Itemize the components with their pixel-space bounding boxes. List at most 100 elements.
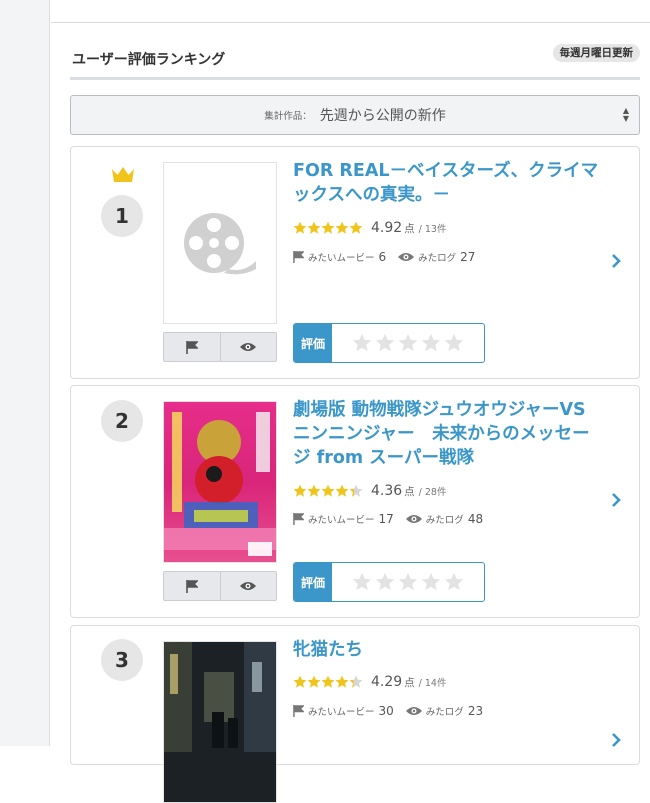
star-icon <box>321 221 335 234</box>
rank-badge: 1 <box>101 195 143 237</box>
stats-row: みたいムービー 30 みたログ 23 <box>293 704 495 718</box>
star-icon <box>293 221 307 234</box>
rate-star-icon[interactable] <box>352 333 372 353</box>
select-value: 先週から公開の新作 <box>319 108 446 124</box>
poster-placeholder[interactable] <box>163 162 277 324</box>
poster-image <box>164 642 276 802</box>
rating-count: / 13件 <box>418 224 447 235</box>
seen-count: 27 <box>460 250 476 264</box>
poster-image <box>164 402 276 562</box>
rank-badge: 2 <box>101 400 143 442</box>
eye-icon <box>405 515 422 523</box>
rate-star-icon[interactable] <box>398 333 418 353</box>
want-label: みたいムービー <box>308 707 375 718</box>
rating-score: 4.92 <box>371 220 403 236</box>
stats-row: みたいムービー 17 みたログ 48 <box>293 512 495 526</box>
update-badge: 毎週月曜日更新 <box>552 44 640 62</box>
ranking-card-2: 2 劇場版 動物戦隊ジュウオウジャーVSニンニンジャー 未来からのメッセージ f… <box>70 385 640 618</box>
period-select[interactable]: 集計作品： 先週から公開の新作 ▲ ▼ <box>70 95 640 135</box>
star-icon <box>307 221 321 234</box>
rate-star-icon[interactable] <box>398 572 418 592</box>
rate-star-icon[interactable] <box>375 572 395 592</box>
rating-unit: 点 <box>404 222 415 235</box>
want-button[interactable] <box>164 333 221 361</box>
film-reel-icon <box>184 213 256 275</box>
movie-poster[interactable] <box>163 401 277 563</box>
want-label: みたいムービー <box>308 253 375 264</box>
select-arrows-icon: ▲ ▼ <box>622 106 629 123</box>
star-icon <box>307 675 321 688</box>
want-count: 6 <box>378 250 387 264</box>
seen-label: みたログ <box>425 707 464 718</box>
seen-label: みたログ <box>418 253 457 264</box>
rate-star-icon[interactable] <box>421 333 441 353</box>
want-label: みたいムービー <box>308 515 375 526</box>
movie-poster[interactable] <box>163 641 277 803</box>
rate-stars[interactable] <box>332 324 464 362</box>
rate-star-icon[interactable] <box>421 572 441 592</box>
rate-label: 評価 <box>294 563 332 601</box>
seen-count: 23 <box>467 704 484 718</box>
rating-score: 4.36 <box>371 483 403 499</box>
flag-icon <box>293 705 304 717</box>
ranking-header: ユーザー評価ランキング 毎週月曜日更新 <box>70 44 640 80</box>
left-sidebar <box>0 0 50 746</box>
star-icon <box>321 484 335 497</box>
chevron-right-icon[interactable] <box>611 492 621 508</box>
rating-stars <box>293 484 363 498</box>
star-icon <box>335 484 349 497</box>
ranking-card-1: 1 FOR REAL－ベイスターズ、クライマックスへの真実。－ 4.92 点 /… <box>70 146 640 379</box>
rating-unit: 点 <box>404 485 415 498</box>
rate-star-icon[interactable] <box>352 572 372 592</box>
eye-icon <box>405 707 422 715</box>
seen-count: 48 <box>467 512 484 526</box>
rate-star-icon[interactable] <box>444 572 464 592</box>
want-count: 30 <box>378 704 394 718</box>
seen-button[interactable] <box>221 572 277 600</box>
top-divider <box>51 22 650 23</box>
flag-icon <box>293 251 304 263</box>
movie-title-link[interactable]: 劇場版 動物戦隊ジュウオウジャーVSニンニンジャー 未来からのメッセージ fro… <box>293 398 603 470</box>
crown-icon <box>112 167 134 182</box>
flag-icon <box>185 579 198 593</box>
want-button[interactable] <box>164 572 221 600</box>
star-icon <box>335 221 349 234</box>
movie-title-link[interactable]: 牝猫たち <box>293 638 603 662</box>
want-count: 17 <box>378 512 394 526</box>
rating-score: 4.29 <box>371 674 403 690</box>
star-icon <box>349 221 363 234</box>
rating-stars <box>293 675 363 689</box>
eye-icon <box>240 582 257 590</box>
rating-count: / 28件 <box>418 487 447 498</box>
star-icon <box>349 675 363 688</box>
rating-stars <box>293 221 363 235</box>
rating-count: / 14件 <box>418 678 447 689</box>
flag-icon <box>293 513 304 525</box>
star-icon <box>321 675 335 688</box>
eye-icon <box>240 343 257 351</box>
seen-button[interactable] <box>221 333 277 361</box>
rate-star-icon[interactable] <box>444 333 464 353</box>
rank-badge: 3 <box>101 639 143 681</box>
chevron-right-icon[interactable] <box>611 253 621 269</box>
rating-unit: 点 <box>404 676 415 689</box>
rate-widget[interactable]: 評価 <box>293 323 485 363</box>
rate-widget[interactable]: 評価 <box>293 562 485 602</box>
flag-icon <box>185 340 198 354</box>
star-icon <box>307 484 321 497</box>
star-icon <box>293 484 307 497</box>
rate-label: 評価 <box>294 324 332 362</box>
rate-stars[interactable] <box>332 563 464 601</box>
select-label: 集計作品： <box>264 111 312 122</box>
star-icon <box>349 484 363 497</box>
action-buttons <box>163 332 277 362</box>
section-title: ユーザー評価ランキング <box>72 52 226 68</box>
movie-title-link[interactable]: FOR REAL－ベイスターズ、クライマックスへの真実。－ <box>293 159 603 207</box>
rating-row: 4.92 点 / 13件 <box>293 220 446 236</box>
eye-icon <box>398 253 415 261</box>
seen-label: みたログ <box>425 515 464 526</box>
rate-star-icon[interactable] <box>375 333 395 353</box>
action-buttons <box>163 571 277 601</box>
star-icon <box>293 675 307 688</box>
stats-row: みたいムービー 6 みたログ 27 <box>293 250 487 264</box>
